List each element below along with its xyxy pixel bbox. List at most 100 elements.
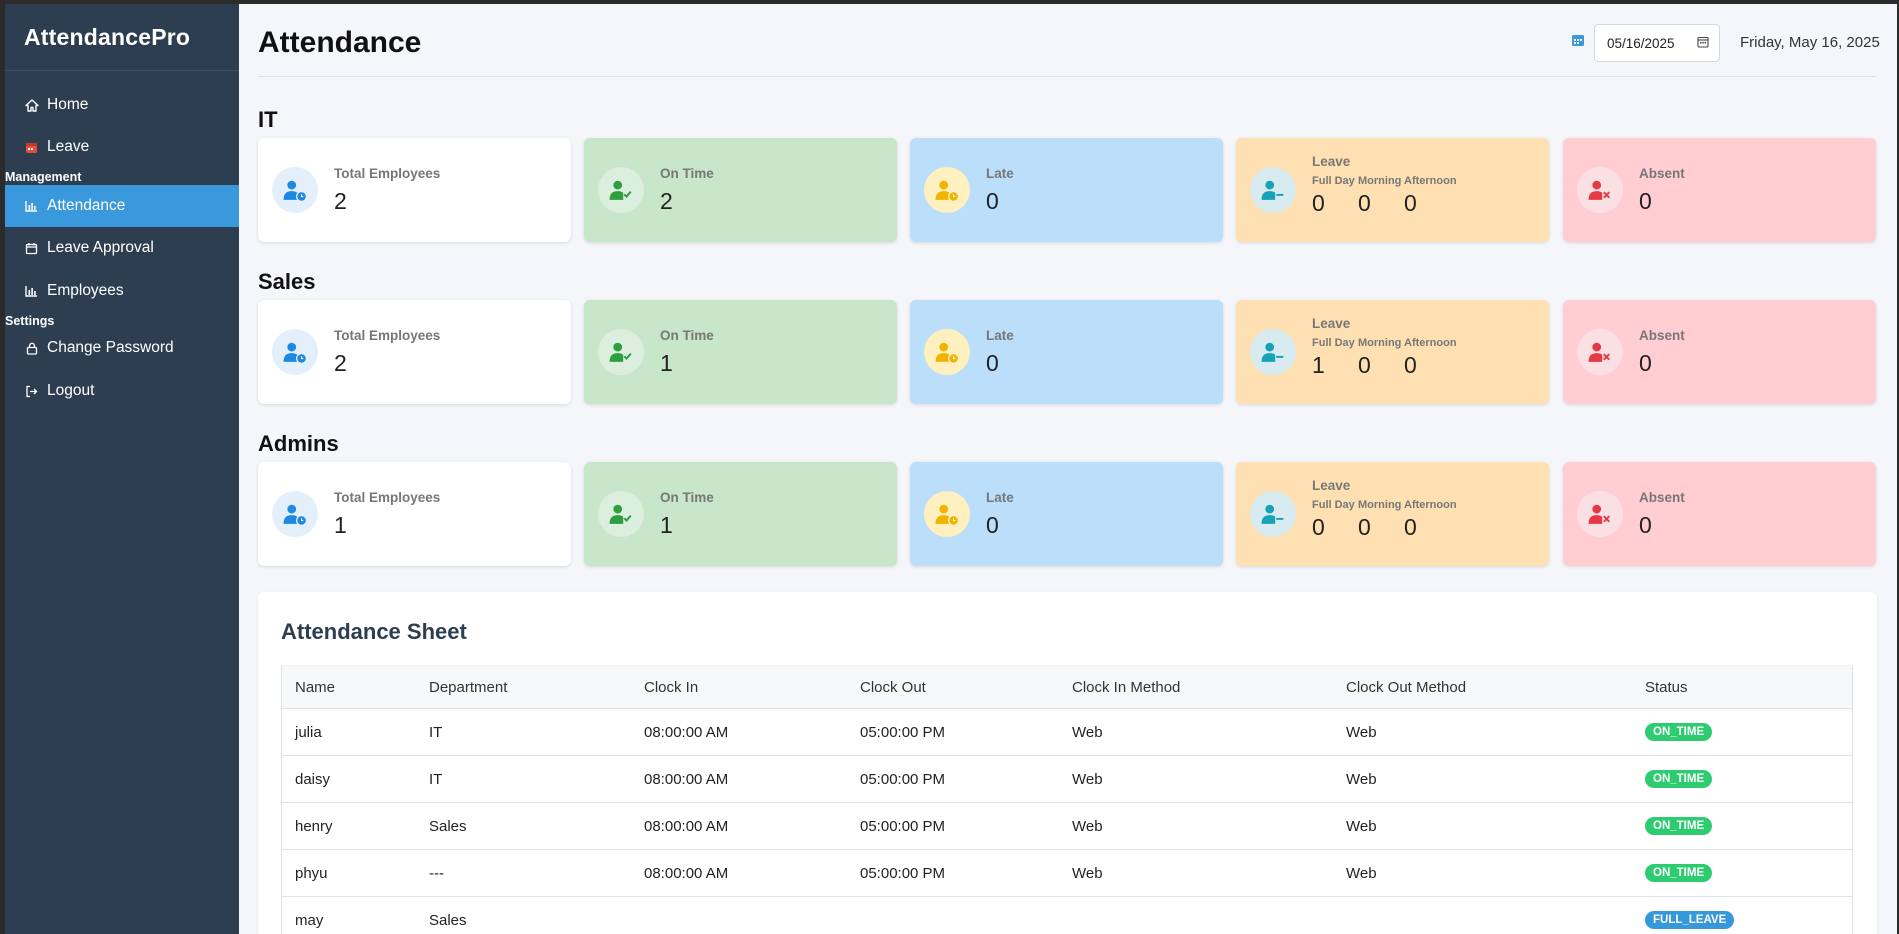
- status-cell: ON_TIME: [1645, 709, 1713, 755]
- column-header[interactable]: Department: [429, 666, 507, 708]
- main-content: Attendance 05/16/2025 Friday, May 16, 20…: [239, 4, 1897, 934]
- sidebar-item-label: Leave: [47, 138, 90, 155]
- card-label: Leave: [1312, 154, 1351, 169]
- column-header[interactable]: Clock Out: [860, 666, 926, 708]
- leave-full-day-value: 0: [1312, 514, 1325, 540]
- leave-afternoon-label: Afternoon: [1404, 337, 1457, 349]
- card-label: On Time: [660, 490, 714, 505]
- user-check-icon: [598, 491, 644, 537]
- table-cell: phyu: [295, 864, 328, 882]
- on-time-card: On Time 2: [584, 138, 897, 242]
- table-cell: 05:00:00 PM: [860, 864, 946, 882]
- table-cell: 05:00:00 PM: [860, 723, 946, 741]
- user-clock-icon: [272, 329, 318, 375]
- leave-full-day-label: Full Day: [1312, 337, 1355, 349]
- sidebar-item-home[interactable]: Home: [5, 84, 239, 126]
- sidebar-item-label: Home: [47, 96, 89, 113]
- column-header[interactable]: Clock In Method: [1072, 666, 1180, 708]
- card-label: On Time: [660, 328, 714, 343]
- leave-morning-value: 0: [1358, 352, 1371, 378]
- leave-full-day-label: Full Day: [1312, 175, 1355, 187]
- card-label: Absent: [1639, 490, 1685, 505]
- column-header[interactable]: Name: [295, 666, 335, 708]
- table-row[interactable]: phyu --- 08:00:00 AM 05:00:00 PM Web Web ON_TI…: [282, 850, 1852, 897]
- late-card: Late 0: [910, 462, 1223, 566]
- table-cell: IT: [429, 770, 443, 788]
- table-cell: 08:00:00 AM: [644, 817, 729, 835]
- sidebar-item-leave[interactable]: Leave: [5, 126, 239, 168]
- late-card: Late 0: [910, 138, 1223, 242]
- total-employees-card: Total Employees 2: [258, 300, 571, 404]
- user-clock-icon: [924, 329, 970, 375]
- table-row[interactable]: henry Sales 08:00:00 AM 05:00:00 PM Web Web ON…: [282, 803, 1852, 850]
- column-header[interactable]: Status: [1645, 666, 1688, 708]
- table-cell: Web: [1072, 817, 1103, 835]
- status-badge: FULL_LEAVE: [1645, 911, 1735, 929]
- chart-icon: [24, 199, 39, 214]
- user-x-icon: [1577, 329, 1623, 375]
- calendar-picker-icon[interactable]: [1697, 36, 1709, 51]
- card-label: Leave: [1312, 478, 1351, 493]
- status-badge: ON_TIME: [1645, 864, 1713, 882]
- logout-icon: [24, 384, 39, 399]
- sidebar-item-label: Employees: [47, 282, 124, 299]
- department-title: Sales: [258, 269, 316, 294]
- status-cell: ON_TIME: [1645, 803, 1713, 849]
- user-clock-icon: [272, 491, 318, 537]
- card-label: Total Employees: [334, 166, 441, 181]
- card-value: 0: [1639, 350, 1652, 376]
- sidebar-item-change-password[interactable]: Change Password: [5, 327, 239, 369]
- table-cell: Web: [1346, 723, 1377, 741]
- table-row[interactable]: may Sales FULL_LEAVE: [282, 897, 1852, 934]
- user-clock-icon: [924, 167, 970, 213]
- table-row[interactable]: julia IT 08:00:00 AM 05:00:00 PM Web Web ON_TI…: [282, 709, 1852, 756]
- table-cell: daisy: [295, 770, 331, 788]
- leave-card: Leave Full Day Morning Afternoon 1 0 0: [1236, 300, 1549, 404]
- table-row[interactable]: daisy IT 08:00:00 AM 05:00:00 PM Web Web ON_TI…: [282, 756, 1852, 803]
- date-picker-input[interactable]: 05/16/2025: [1594, 24, 1720, 62]
- column-header[interactable]: Clock In: [644, 666, 698, 708]
- calendar-check-icon: [24, 241, 39, 256]
- user-check-icon: [598, 167, 644, 213]
- table-cell: Web: [1346, 817, 1377, 835]
- leave-morning-label: Morning: [1358, 499, 1402, 511]
- absent-card: Absent 0: [1563, 462, 1876, 566]
- leave-afternoon-value: 0: [1404, 352, 1417, 378]
- sidebar-item-logout[interactable]: Logout: [5, 370, 239, 412]
- card-value: 1: [334, 512, 347, 538]
- table-cell: Sales: [429, 817, 467, 835]
- sidebar-item-employees[interactable]: Employees: [5, 270, 239, 312]
- status-badge: ON_TIME: [1645, 770, 1713, 788]
- chart-icon: [24, 284, 39, 299]
- table-cell: Sales: [429, 911, 467, 929]
- status-cell: FULL_LEAVE: [1645, 897, 1735, 934]
- status-badge: ON_TIME: [1645, 723, 1713, 741]
- absent-card: Absent 0: [1563, 300, 1876, 404]
- column-header[interactable]: Clock Out Method: [1346, 666, 1466, 708]
- sidebar-item-label: Attendance: [47, 197, 126, 214]
- leave-full-day-value: 1: [1312, 352, 1325, 378]
- status-badge: ON_TIME: [1645, 817, 1713, 835]
- card-value: 2: [660, 188, 673, 214]
- leave-full-day-label: Full Day: [1312, 499, 1355, 511]
- card-value: 0: [986, 188, 999, 214]
- user-minus-icon: [1250, 329, 1296, 375]
- sidebar-item-leave-approval[interactable]: Leave Approval: [5, 227, 239, 269]
- department-title: IT: [258, 107, 278, 132]
- table-cell: julia: [295, 723, 322, 741]
- card-value: 0: [1639, 188, 1652, 214]
- sidebar-item-label: Logout: [47, 382, 95, 399]
- on-time-card: On Time 1: [584, 462, 897, 566]
- attendance-sheet: Attendance Sheet Name Department Clock In C…: [258, 592, 1877, 934]
- sidebar-item-attendance[interactable]: Attendance: [5, 185, 239, 227]
- attendance-table: Name Department Clock In Clock Out Clock In …: [281, 665, 1853, 934]
- card-value: 0: [986, 350, 999, 376]
- section-settings: Settings: [5, 314, 55, 328]
- sidebar: AttendancePro Home Leave Management Atte…: [5, 4, 239, 934]
- table-cell: 05:00:00 PM: [860, 817, 946, 835]
- card-label: Total Employees: [334, 328, 441, 343]
- status-cell: ON_TIME: [1645, 850, 1713, 896]
- card-label: Late: [986, 490, 1014, 505]
- date-value: 05/16/2025: [1607, 35, 1675, 51]
- card-label: Late: [986, 166, 1014, 181]
